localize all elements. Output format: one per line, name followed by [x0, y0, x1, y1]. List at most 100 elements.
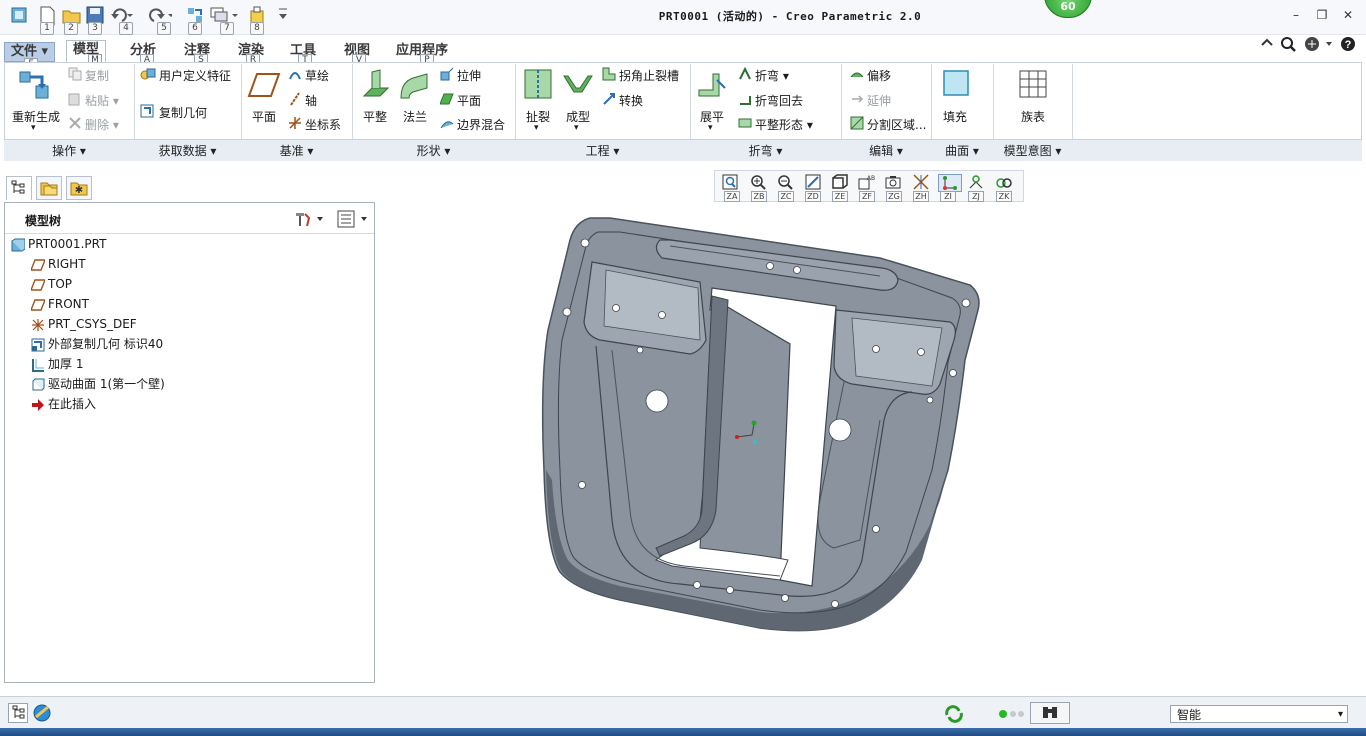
- group-engineering[interactable]: 工程 ▾: [515, 142, 690, 159]
- csys-button[interactable]: 坐标系: [288, 116, 341, 134]
- unbend-icon[interactable]: [697, 68, 729, 105]
- group-edit[interactable]: 编辑 ▾: [841, 142, 931, 159]
- tree-item-front[interactable]: FRONT: [29, 295, 89, 313]
- tree-settings-icon[interactable]: [293, 210, 327, 231]
- status-lights-icon: [998, 708, 1028, 718]
- flange-icon[interactable]: [399, 68, 431, 105]
- zoom-in-icon[interactable]: [749, 174, 771, 190]
- chevron-down-icon[interactable]: ▾: [31, 123, 36, 133]
- family-table-button[interactable]: 族表: [1012, 108, 1054, 125]
- sheetmetal-part[interactable]: [530, 212, 990, 638]
- group-get-data[interactable]: 获取数据 ▾: [134, 142, 241, 159]
- flange-button[interactable]: 法兰: [396, 108, 434, 125]
- extrude-icon: [440, 67, 454, 86]
- folder-browser-tab[interactable]: [36, 176, 62, 200]
- split-area-button[interactable]: 分割区域...: [850, 116, 926, 134]
- ribbon-tabs: 文件 ▾ F 模型 M 分析 A 注释 S 渲染 R 工具 T 视图 V 应用程…: [0, 40, 1366, 70]
- sketch-button[interactable]: 草绘: [288, 67, 329, 85]
- model-tree-tab[interactable]: [6, 176, 32, 200]
- convert-button[interactable]: 转换: [602, 92, 643, 110]
- bend-back-button[interactable]: 折弯回去: [738, 92, 803, 110]
- chevron-down-icon[interactable]: ▾: [708, 123, 713, 133]
- group-model-intent[interactable]: 模型意图 ▾: [993, 142, 1072, 159]
- flat-wall-icon[interactable]: [360, 68, 390, 105]
- regenerate-status-icon[interactable]: [944, 705, 964, 723]
- chevron-down-icon[interactable]: ▾: [534, 123, 539, 133]
- view-manager-icon[interactable]: [884, 174, 906, 190]
- group-shapes[interactable]: 形状 ▾: [352, 142, 515, 159]
- flat-wall-button[interactable]: 平整: [356, 108, 394, 125]
- group-bend[interactable]: 折弯 ▾: [690, 142, 841, 159]
- tree-item-csys[interactable]: PRT_CSYS_DEF: [31, 315, 137, 333]
- boundary-blend-button[interactable]: 边界混合: [440, 116, 505, 134]
- udf-icon: [140, 67, 156, 86]
- repaint-icon[interactable]: [803, 174, 825, 190]
- copy-button[interactable]: 复制: [68, 67, 109, 85]
- udf-button[interactable]: 用户定义特征: [140, 67, 231, 85]
- flatten-form-button[interactable]: 平整形态 ▾: [738, 116, 813, 134]
- fill-button[interactable]: 填充: [936, 108, 974, 125]
- csys-icon: [31, 318, 45, 332]
- close-button[interactable]: ✕: [1340, 8, 1356, 22]
- tree-item-label: 在此插入: [48, 397, 97, 411]
- minimize-button[interactable]: –: [1288, 8, 1304, 22]
- paste-button[interactable]: 粘贴 ▾: [68, 92, 119, 110]
- datum-plane-icon: [29, 278, 47, 292]
- model-tree-panel: 模型树 PRT0001.PRT RIGHT TOP FRONT PRT_CSYS…: [4, 202, 375, 683]
- delete-button[interactable]: 删除 ▾: [68, 116, 119, 134]
- form-icon[interactable]: [562, 68, 594, 105]
- plane-button[interactable]: 平面: [439, 92, 481, 110]
- saved-views-icon[interactable]: AB: [857, 174, 879, 190]
- find-icon[interactable]: [1030, 702, 1070, 724]
- show-navigator-icon[interactable]: [8, 703, 28, 723]
- tree-item-right[interactable]: RIGHT: [29, 255, 86, 273]
- extend-button[interactable]: 延伸: [850, 92, 891, 110]
- tree-item-part[interactable]: PRT0001.PRT: [11, 235, 106, 253]
- offset-button[interactable]: 偏移: [850, 67, 891, 85]
- chevron-down-icon[interactable]: ▾: [574, 123, 579, 133]
- datum-plane-button[interactable]: 平面: [244, 108, 284, 125]
- regenerate-button[interactable]: 重新生成: [10, 108, 62, 125]
- favorites-tab[interactable]: ✱: [66, 176, 92, 200]
- axis-button[interactable]: 轴: [288, 92, 317, 110]
- paste-icon: [68, 92, 82, 111]
- zoom-out-icon[interactable]: [776, 174, 798, 190]
- csys-display-icon[interactable]: [938, 174, 962, 192]
- corner-relief-button[interactable]: 拐角止裂槽: [602, 67, 679, 85]
- app-icon[interactable]: [10, 6, 30, 26]
- refit-icon[interactable]: [721, 174, 743, 190]
- group-datum[interactable]: 基准 ▾: [241, 142, 352, 159]
- bend-button[interactable]: 折弯 ▾: [738, 66, 789, 85]
- datum-display-icon[interactable]: [911, 174, 933, 190]
- customize-toolbar-icon[interactable]: [276, 6, 296, 26]
- show-browser-icon[interactable]: [32, 703, 52, 723]
- fill-icon[interactable]: [942, 69, 970, 100]
- qa-key: 1: [40, 22, 54, 35]
- extrude-button[interactable]: 拉伸: [440, 67, 481, 85]
- view-key: ZK: [996, 191, 1012, 202]
- tree-item-label: TOP: [48, 277, 73, 291]
- group-operations[interactable]: 操作 ▾: [4, 142, 134, 159]
- selection-filter-select[interactable]: 智能 ▾: [1170, 705, 1348, 723]
- tree-item-driving-surface[interactable]: 驱动曲面 1(第一个壁): [31, 375, 165, 393]
- show-options-icon[interactable]: [337, 210, 371, 231]
- regenerate-icon[interactable]: [18, 68, 52, 107]
- tree-item-label: 驱动曲面 1(第一个壁): [48, 377, 165, 391]
- datum-plane-icon[interactable]: [247, 72, 281, 101]
- tree-item-external-copy-geom[interactable]: 外部复制几何 标识40: [31, 335, 163, 353]
- tree-item-thicken[interactable]: 加厚 1: [31, 355, 83, 373]
- rip-icon[interactable]: [523, 68, 553, 105]
- display-style-icon[interactable]: [830, 174, 852, 190]
- tree-item-top[interactable]: TOP: [29, 275, 73, 293]
- family-table-icon[interactable]: [1019, 70, 1047, 101]
- corner-relief-icon: [602, 67, 616, 86]
- maximize-button[interactable]: ❐: [1314, 8, 1330, 22]
- view-key: ZB: [751, 191, 767, 202]
- copy-geometry-button[interactable]: 复制几何: [140, 104, 207, 122]
- annotation-display-icon[interactable]: [994, 174, 1016, 190]
- tree-item-insert-here[interactable]: 在此插入: [31, 395, 96, 413]
- spin-center-icon[interactable]: [966, 174, 988, 190]
- view-key: ZF: [859, 191, 875, 202]
- group-surface[interactable]: 曲面 ▾: [931, 142, 993, 159]
- view-key: ZH: [913, 191, 929, 202]
